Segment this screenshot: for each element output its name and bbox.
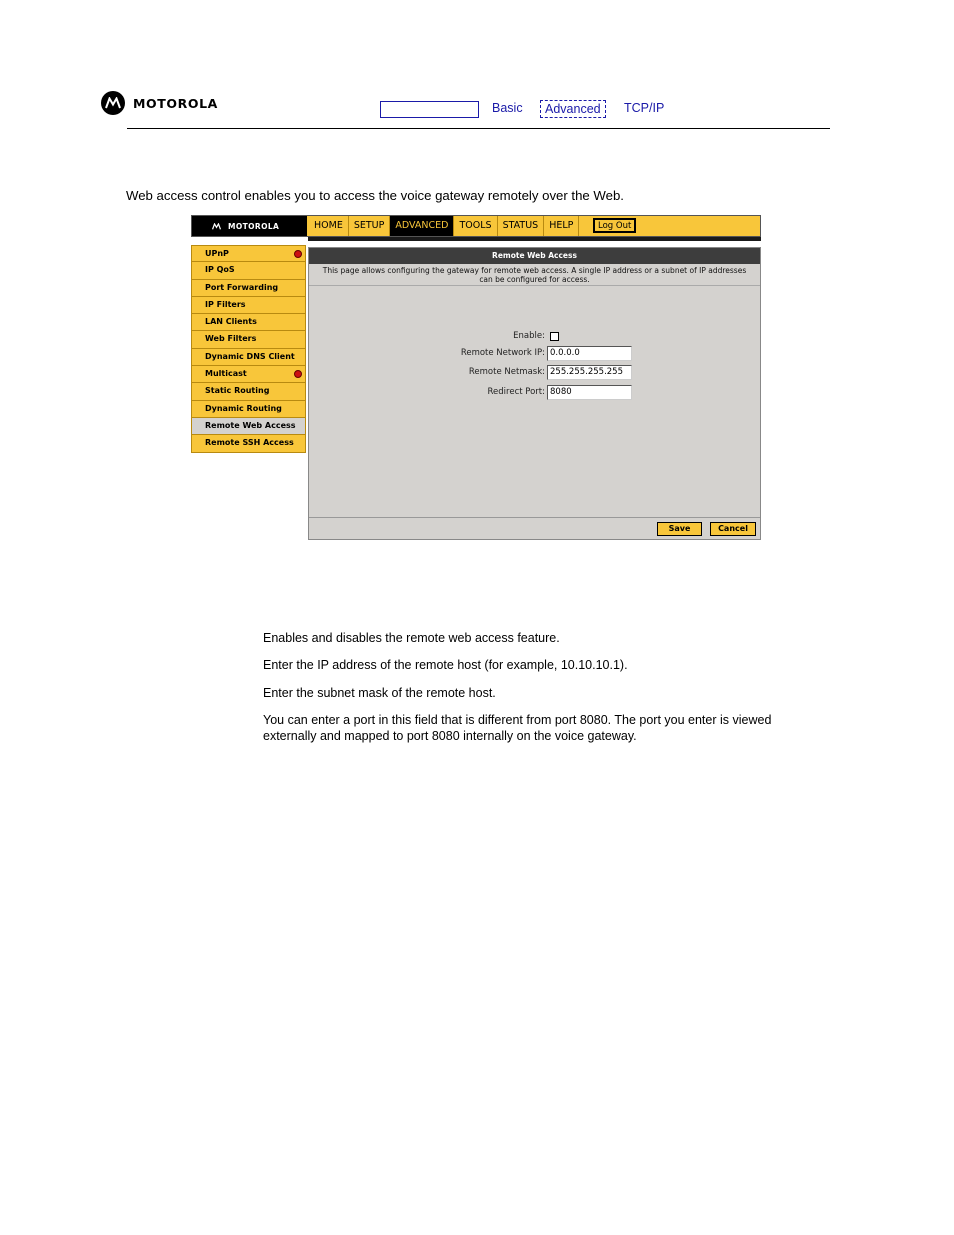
tab-help[interactable]: HELP xyxy=(544,216,580,236)
sidebar-item-ip-filters[interactable]: IP Filters xyxy=(191,296,306,315)
tab-home[interactable]: HOME xyxy=(309,216,349,236)
cancel-button[interactable]: Cancel xyxy=(710,522,756,536)
sidebar-item-label: Multicast xyxy=(205,369,247,379)
sidebar: UPnP IP QoS Port Forwarding IP Filters LAN C… xyxy=(191,245,306,453)
netmask-label: Remote Netmask: xyxy=(468,367,545,377)
sidebar-item-label: Remote SSH Access xyxy=(205,438,294,448)
sidebar-item-web-filters[interactable]: Web Filters xyxy=(191,331,306,349)
sidebar-item-remote-web-access[interactable]: Remote Web Access xyxy=(191,417,306,436)
tab-underline-bar xyxy=(308,237,761,241)
remote-web-access-panel: Remote Web Access This page allows confi… xyxy=(308,247,761,540)
tab-advanced[interactable]: ADVANCED xyxy=(390,216,455,236)
gateway-screenshot: MOTOROLA HOME SETUP ADVANCED TOOLS STATUS HEL… xyxy=(191,215,761,540)
sidebar-item-label: Dynamic DNS Client xyxy=(205,351,295,361)
redirect-port-input[interactable]: 8080 xyxy=(547,384,632,400)
doc-logo: MOTOROLA xyxy=(101,91,218,115)
network-ip-input[interactable]: 0.0.0.0 xyxy=(547,345,632,361)
enable-row: Enable: xyxy=(309,329,559,343)
tab-status[interactable]: STATUS xyxy=(498,216,545,236)
logout-button[interactable]: Log Out xyxy=(593,218,637,233)
redirect-port-row: Redirect Port: 8080 xyxy=(309,384,632,400)
enable-checkbox[interactable] xyxy=(550,331,559,341)
redirect-port-label: Redirect Port: xyxy=(487,387,545,397)
enable-label: Enable: xyxy=(513,331,545,341)
alert-icon xyxy=(294,370,302,379)
save-button[interactable]: Save xyxy=(657,522,702,536)
sidebar-item-static-routing[interactable]: Static Routing xyxy=(191,383,306,401)
sidebar-item-multicast[interactable]: Multicast xyxy=(191,366,306,384)
header-divider xyxy=(127,128,830,129)
panel-description: This page allows configuring the gateway… xyxy=(309,264,760,286)
nav-empty-box xyxy=(380,101,479,118)
network-ip-label: Remote Network IP: xyxy=(460,348,545,358)
netmask-row: Remote Netmask: 255.255.255.255 xyxy=(309,364,632,380)
motorola-batwing-icon xyxy=(101,91,125,115)
tab-setup[interactable]: SETUP xyxy=(349,216,391,236)
intro-text: Web access control enables you to access… xyxy=(126,188,624,203)
panel-footer: Save Cancel xyxy=(309,517,760,539)
doc-brand-name: MOTOROLA xyxy=(133,95,218,111)
sidebar-item-ip-qos[interactable]: IP QoS xyxy=(191,262,306,280)
app-logo: MOTOROLA xyxy=(192,216,307,236)
nav-link-tcpip[interactable]: TCP/IP xyxy=(624,101,664,115)
network-ip-row: Remote Network IP: 0.0.0.0 xyxy=(309,345,632,361)
sidebar-item-label: Remote Web Access xyxy=(205,420,296,430)
top-nav-bar: MOTOROLA HOME SETUP ADVANCED TOOLS STATUS HEL… xyxy=(191,215,761,237)
sidebar-item-label: Web Filters xyxy=(205,334,257,344)
desc-redirect-port: You can enter a port in this field that … xyxy=(263,713,772,743)
sidebar-item-label: Dynamic Routing xyxy=(205,403,282,413)
sidebar-item-label: LAN Clients xyxy=(205,317,257,327)
motorola-batwing-icon xyxy=(210,219,223,233)
nav-link-basic[interactable]: Basic xyxy=(492,101,523,115)
app-brand-name: MOTOROLA xyxy=(228,221,280,231)
alert-icon xyxy=(294,250,302,258)
tab-tools[interactable]: TOOLS xyxy=(454,216,498,236)
desc-enable: Enables and disables the remote web acce… xyxy=(263,631,560,645)
main-tabs: HOME SETUP ADVANCED TOOLS STATUS HELP xyxy=(309,216,580,236)
desc-network-ip: Enter the IP address of the remote host … xyxy=(263,658,628,672)
sidebar-item-dynamic-dns-client[interactable]: Dynamic DNS Client xyxy=(191,348,306,367)
sidebar-item-remote-ssh-access[interactable]: Remote SSH Access xyxy=(191,435,306,453)
sidebar-item-dynamic-routing[interactable]: Dynamic Routing xyxy=(191,400,306,418)
nav-link-advanced[interactable]: Advanced xyxy=(540,100,606,118)
sidebar-item-label: Port Forwarding xyxy=(205,282,279,292)
sidebar-item-label: Static Routing xyxy=(205,386,270,396)
sidebar-item-lan-clients[interactable]: LAN Clients xyxy=(191,314,306,332)
sidebar-item-label: UPnP xyxy=(205,249,229,258)
sidebar-item-label: IP QoS xyxy=(205,265,235,275)
sidebar-item-port-forwarding[interactable]: Port Forwarding xyxy=(191,279,306,297)
sidebar-item-upnp[interactable]: UPnP xyxy=(191,245,306,263)
sidebar-item-label: IP Filters xyxy=(205,299,246,309)
netmask-input[interactable]: 255.255.255.255 xyxy=(547,364,632,380)
desc-netmask: Enter the subnet mask of the remote host… xyxy=(263,686,496,700)
panel-title: Remote Web Access xyxy=(309,248,760,264)
